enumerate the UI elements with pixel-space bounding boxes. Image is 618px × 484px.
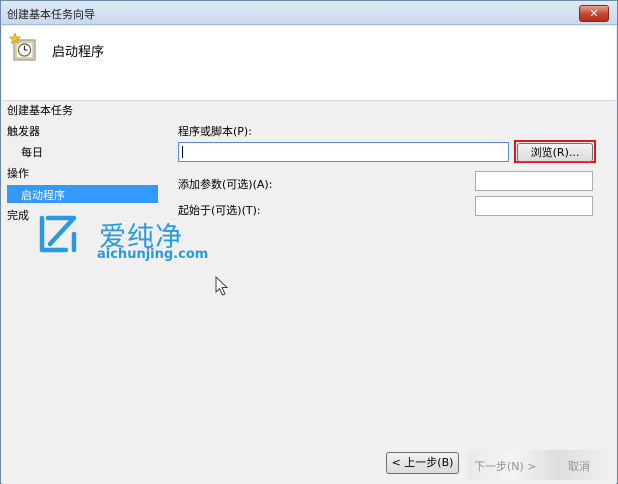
text-caret: [182, 146, 183, 158]
wizard-header: 启动程序: [2, 26, 616, 101]
nav-item-trigger[interactable]: 触发器: [7, 123, 40, 139]
nav-item-start-program[interactable]: 启动程序: [7, 185, 158, 203]
nav-section-label: 创建基本任务: [7, 104, 73, 117]
cancel-button[interactable]: 取消: [568, 458, 590, 474]
args-input[interactable]: [475, 171, 593, 191]
nav-item-action[interactable]: 操作: [7, 165, 29, 181]
task-wizard-window: 创建基本任务向导 ✕ 启动程序 创建基本任务 触发器 每日 操作 启动程序 完成…: [0, 0, 618, 484]
window-title: 创建基本任务向导: [7, 8, 95, 21]
page-title: 启动程序: [52, 45, 105, 60]
mouse-pointer-icon: [215, 276, 229, 296]
next-button[interactable]: 下一步(N) >: [474, 458, 537, 474]
close-icon: ✕: [589, 7, 599, 20]
nav-item-daily[interactable]: 每日: [21, 144, 43, 160]
title-bar[interactable]: 创建基本任务向导 ✕: [1, 1, 617, 25]
startin-input[interactable]: [475, 196, 593, 216]
back-button[interactable]: < 上一步(B): [386, 452, 459, 474]
wizard-content: 创建基本任务 触发器 每日 操作 启动程序 完成 程序或脚本(P): 浏览(R)…: [2, 102, 616, 484]
watermark-url: aichunjing.com: [97, 247, 209, 262]
watermark-logo-icon: [39, 215, 77, 253]
footer-buttons-obscured: 下一步(N) > 取消: [468, 450, 616, 480]
program-input[interactable]: [178, 142, 509, 162]
task-clock-icon: [9, 33, 36, 61]
nav-item-finish[interactable]: 完成: [7, 207, 29, 223]
close-button[interactable]: ✕: [579, 5, 609, 22]
startin-label: 起始于(可选)(T):: [178, 204, 261, 217]
browse-button[interactable]: 浏览(R)...: [517, 143, 593, 162]
program-label: 程序或脚本(P):: [178, 125, 252, 138]
args-label: 添加参数(可选)(A):: [178, 178, 273, 191]
nav-item-label: 启动程序: [21, 189, 65, 202]
